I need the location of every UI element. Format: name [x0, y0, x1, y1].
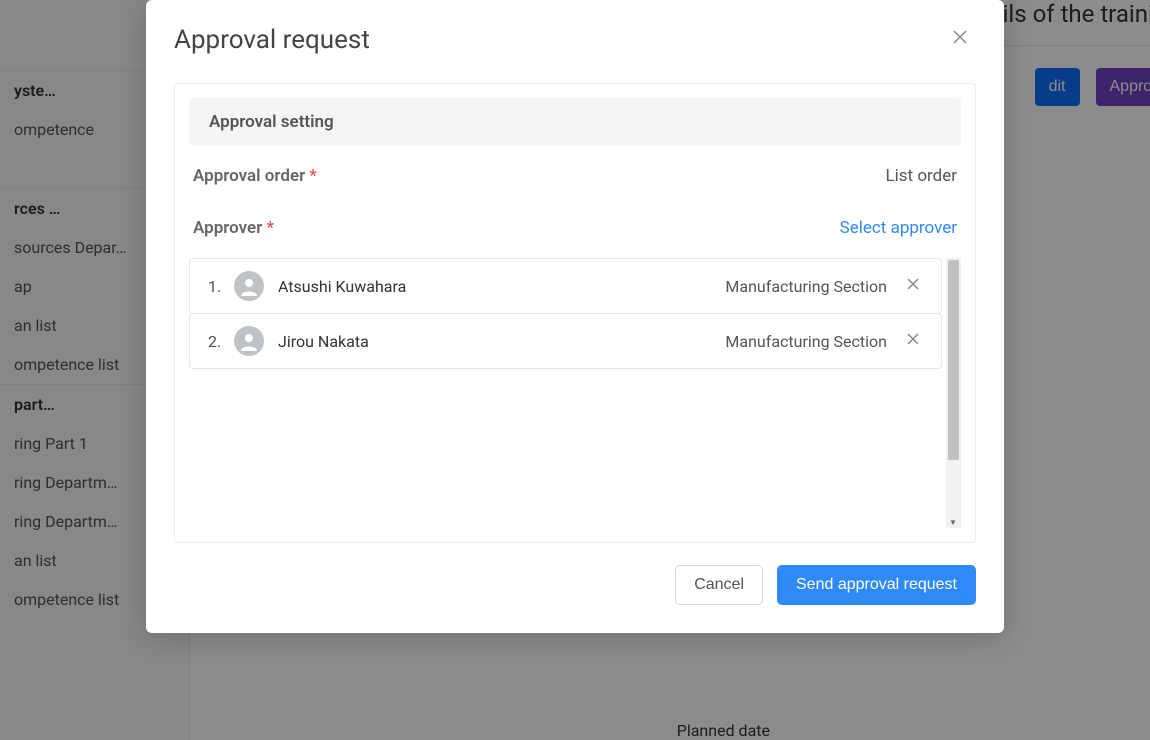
- section-title: Approval setting: [189, 98, 961, 146]
- close-icon: [907, 278, 919, 290]
- close-icon: [907, 333, 919, 345]
- scrollbar-thumb[interactable]: [948, 260, 959, 460]
- approver-dept: Manufacturing Section: [725, 277, 887, 296]
- remove-approver-button[interactable]: [903, 275, 923, 297]
- approver-number: 1.: [208, 277, 234, 296]
- required-indicator: *: [266, 218, 274, 238]
- modal-title: Approval request: [174, 25, 370, 55]
- approval-order-value: List order: [885, 166, 957, 186]
- chevron-down-icon[interactable]: ▼: [949, 518, 957, 527]
- approval-request-modal: Approval request Approval setting Approv…: [146, 0, 1004, 633]
- required-indicator: *: [309, 166, 317, 186]
- approver-number: 2.: [208, 332, 234, 351]
- approver-dept: Manufacturing Section: [725, 332, 887, 351]
- close-icon: [952, 29, 968, 45]
- approval-order-label: Approval order*: [193, 166, 317, 186]
- avatar-icon: [234, 326, 264, 356]
- approver-name: Atsushi Kuwahara: [278, 277, 725, 296]
- scrollbar[interactable]: ▼: [946, 258, 961, 528]
- approver-label: Approver*: [193, 218, 274, 238]
- approver-list: 1. Atsushi Kuwahara Manufacturing Sectio…: [189, 258, 942, 528]
- approver-row: 2. Jirou Nakata Manufacturing Section: [189, 313, 942, 369]
- approver-row: 1. Atsushi Kuwahara Manufacturing Sectio…: [189, 258, 942, 314]
- approver-name: Jirou Nakata: [278, 332, 725, 351]
- cancel-button[interactable]: Cancel: [675, 565, 763, 605]
- remove-approver-button[interactable]: [903, 330, 923, 352]
- select-approver-link[interactable]: Select approver: [840, 218, 957, 238]
- avatar-icon: [234, 271, 264, 301]
- close-button[interactable]: [944, 24, 976, 55]
- send-approval-request-button[interactable]: Send approval request: [777, 565, 976, 605]
